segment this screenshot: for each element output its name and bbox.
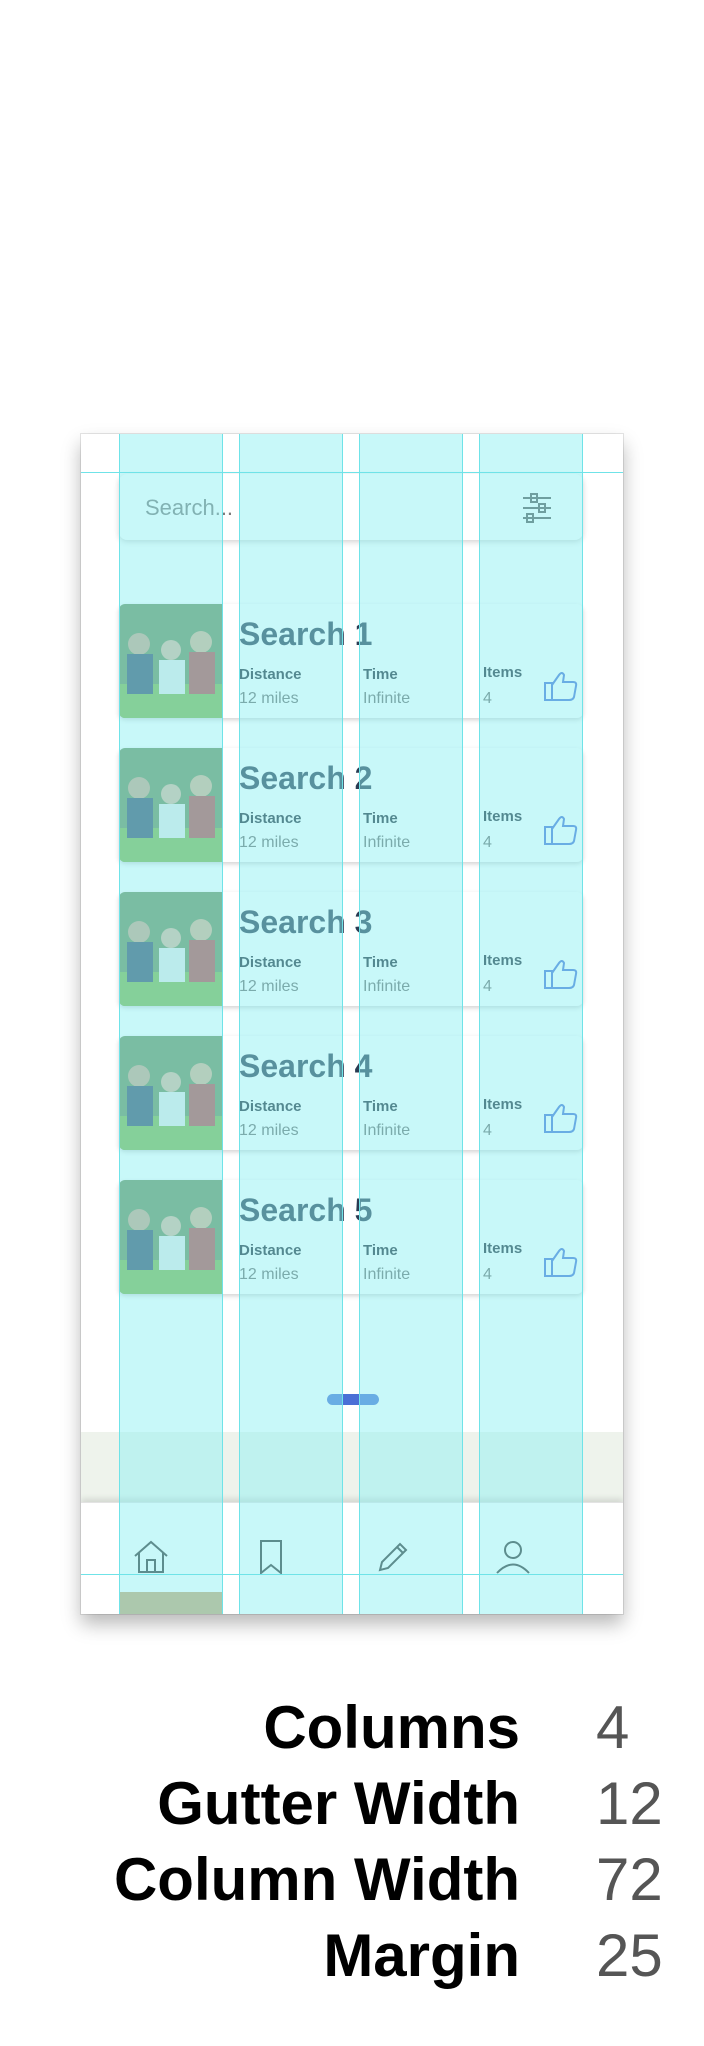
spec-value: 25 <box>596 1922 663 1989</box>
nav-home[interactable] <box>121 1527 181 1587</box>
spec-row-column-width: Column Width 72 <box>0 1844 704 1916</box>
time-value: Infinite <box>363 978 411 995</box>
result-title: Search 3 <box>239 904 373 940</box>
spec-value: 4 <box>596 1694 630 1761</box>
family-photo-thumbnail <box>119 1036 223 1150</box>
result-title: Search 5 <box>239 1192 373 1228</box>
thumbs-up-icon[interactable] <box>541 810 581 850</box>
distance-label: Distance <box>239 1242 302 1259</box>
results-list: Search 1 Distance 12 miles Time Infinite… <box>119 604 583 1324</box>
spec-value: 72 <box>596 1846 663 1913</box>
map-preview <box>81 1432 623 1502</box>
time-label: Time <box>363 810 398 827</box>
items-value: 4 <box>483 690 492 707</box>
map-tile-fragment <box>119 1592 223 1614</box>
time-value: Infinite <box>363 1266 411 1283</box>
profile-icon <box>496 1541 530 1574</box>
nav-edit[interactable] <box>363 1527 423 1587</box>
search-input[interactable] <box>143 474 507 542</box>
items-label: Items <box>483 808 523 825</box>
thumbs-up-icon[interactable] <box>541 1242 581 1282</box>
items-label: Items <box>483 1096 523 1113</box>
filter-sliders-icon[interactable] <box>519 490 555 526</box>
search-bar <box>119 474 583 542</box>
bookmark-icon <box>260 1540 282 1576</box>
phone-frame: Search 1 Distance 12 miles Time Infinite… <box>81 434 623 1614</box>
distance-value: 12 miles <box>239 834 299 851</box>
home-icon <box>134 1540 168 1573</box>
spec-value: 12 <box>596 1770 663 1837</box>
nav-bookmarks[interactable] <box>241 1527 301 1587</box>
nav-profile[interactable] <box>483 1527 543 1587</box>
spec-label: Column Width <box>113 1846 520 1913</box>
result-title: Search 1 <box>239 616 373 652</box>
spec-row-gutter: Gutter Width 12 <box>0 1768 704 1840</box>
result-title: Search 4 <box>239 1048 373 1084</box>
items-value: 4 <box>483 834 492 851</box>
distance-value: 12 miles <box>239 1266 299 1283</box>
thumbs-up-icon[interactable] <box>541 1098 581 1138</box>
family-photo-thumbnail <box>119 892 223 1006</box>
spec-label: Gutter Width <box>157 1770 520 1837</box>
thumbs-up-icon[interactable] <box>541 954 581 994</box>
distance-label: Distance <box>239 1098 302 1115</box>
distance-label: Distance <box>239 666 302 683</box>
distance-label: Distance <box>239 954 302 971</box>
spec-row-columns: Columns 4 <box>0 1692 704 1764</box>
items-value: 4 <box>483 1122 492 1139</box>
distance-label: Distance <box>239 810 302 827</box>
spec-row-margin: Margin 25 <box>0 1920 704 1992</box>
result-title: Search 2 <box>239 760 373 796</box>
bottom-sheet-drag-handle[interactable] <box>327 1394 379 1405</box>
time-value: Infinite <box>363 1122 411 1139</box>
items-label: Items <box>483 952 523 969</box>
distance-value: 12 miles <box>239 978 299 995</box>
page: { "search": { "placeholder": "Search..."… <box>0 0 704 2046</box>
time-label: Time <box>363 666 398 683</box>
thumbs-up-icon[interactable] <box>541 666 581 706</box>
items-label: Items <box>483 1240 523 1257</box>
time-value: Infinite <box>363 690 411 707</box>
time-label: Time <box>363 1242 398 1259</box>
result-card[interactable]: Search 1 Distance 12 miles Time Infinite… <box>119 604 583 718</box>
result-card[interactable]: Search 4 Distance 12 miles Time Infinite… <box>119 1036 583 1150</box>
distance-value: 12 miles <box>239 690 299 707</box>
result-card[interactable]: Search 3 Distance 12 miles Time Infinite… <box>119 892 583 1006</box>
spec-label: Margin <box>323 1922 520 1989</box>
family-photo-thumbnail <box>119 1180 223 1294</box>
items-label: Items <box>483 664 523 681</box>
family-photo-thumbnail <box>119 604 223 718</box>
items-value: 4 <box>483 1266 492 1283</box>
result-card[interactable]: Search 5 Distance 12 miles Time Infinite… <box>119 1180 583 1294</box>
distance-value: 12 miles <box>239 1122 299 1139</box>
spec-label: Columns <box>263 1694 520 1761</box>
time-label: Time <box>363 954 398 971</box>
result-card[interactable]: Search 2 Distance 12 miles Time Infinite… <box>119 748 583 862</box>
time-value: Infinite <box>363 834 411 851</box>
family-photo-thumbnail <box>119 748 223 862</box>
items-value: 4 <box>483 978 492 995</box>
time-label: Time <box>363 1098 398 1115</box>
pencil-icon <box>378 1542 408 1572</box>
